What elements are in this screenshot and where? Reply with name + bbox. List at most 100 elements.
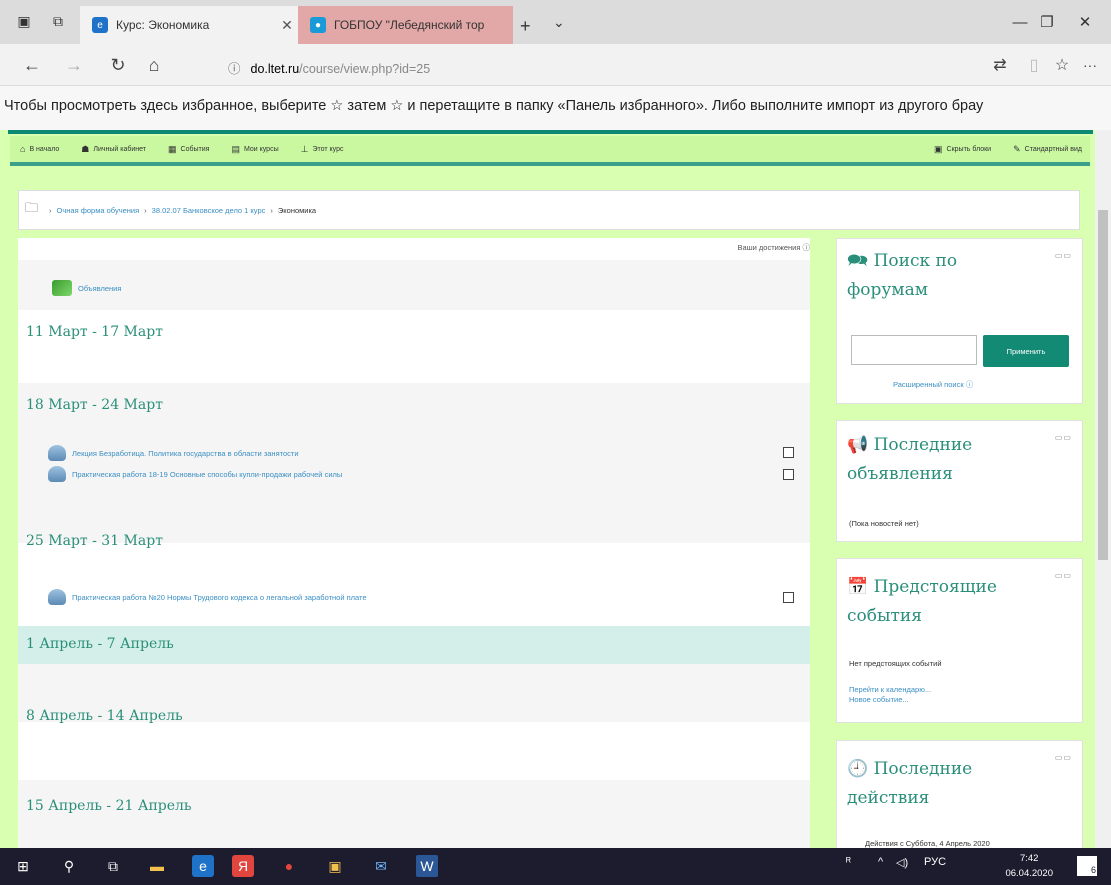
breadcrumb-item[interactable]: Очная форма обучения: [57, 206, 140, 215]
tab-label: Курс: Экономика: [116, 18, 210, 32]
file-icon: [48, 466, 66, 482]
reading-view-icon[interactable]: ▯: [1022, 54, 1046, 76]
activity-practical[interactable]: Практическая работа №20 Нормы Трудового …: [48, 589, 367, 605]
nav-home[interactable]: ⌂ В начало: [20, 144, 59, 154]
activity-announcements[interactable]: Объявления: [52, 280, 121, 296]
moodle-page: ⌂ В начало ☗ Личный кабинет ▦ События ▤ Мои …: [0, 130, 1111, 848]
edge-favicon-icon: e: [92, 17, 108, 33]
block-latest-news: ▭▭ 📢 Последние объявления (Пока новостей…: [836, 420, 1083, 542]
block-controls-icon[interactable]: ▭▭: [1055, 251, 1072, 260]
nav-calendar[interactable]: ▦ События: [168, 144, 209, 155]
mail-icon[interactable]: ✉: [370, 855, 392, 877]
moodle-navbar: ⌂ В начало ☗ Личный кабинет ▦ События ▤ Мои …: [10, 136, 1090, 162]
block-controls-icon[interactable]: ▭▭: [1055, 571, 1072, 580]
search-icon[interactable]: ⚲: [58, 855, 80, 877]
notifications-icon[interactable]: 6: [1077, 856, 1097, 876]
calendar-icon: ▦: [168, 143, 177, 154]
tab-preview-icon[interactable]: ▣: [14, 11, 34, 31]
completion-checkbox[interactable]: [783, 447, 794, 458]
chat-icon: 🗪: [847, 251, 869, 271]
tab-label: ГОБПОУ "Лебедянский тор: [334, 18, 485, 32]
section-general: Объявления: [18, 260, 810, 310]
keyboard-language[interactable]: РУС: [924, 856, 946, 868]
back-icon[interactable]: ←: [20, 54, 44, 76]
block-recent-activity: ▭▭ 🕘 Последние действия Действия с Суббо…: [836, 740, 1083, 848]
chevron-down-icon[interactable]: ⌄: [553, 14, 565, 31]
go-to-calendar-link[interactable]: Перейти к календарю...: [849, 685, 931, 694]
achievements-link[interactable]: Ваши достижения ⓘ: [737, 242, 810, 253]
section-week: 11 Март - 17 Март: [18, 310, 810, 365]
clock-icon: 🕘: [847, 759, 869, 779]
close-tab-icon[interactable]: ✕: [276, 17, 298, 34]
close-window-icon[interactable]: ✕: [1062, 0, 1108, 44]
folder-icon: 🗀: [25, 200, 39, 215]
site-info-icon[interactable]: ⓘ: [228, 62, 241, 76]
activity-lecture[interactable]: Лекция Безработица. Политика государства…: [48, 445, 299, 461]
forward-icon[interactable]: →: [62, 54, 86, 76]
apply-button[interactable]: Применить: [983, 335, 1069, 367]
task-view-icon[interactable]: ⧉: [102, 855, 124, 877]
block-forum-search: ▭▭ 🗪 Поиск по форумам Применить Расширен…: [836, 238, 1083, 404]
volume-icon[interactable]: ◁): [896, 856, 908, 869]
dashboard-icon: ☗: [81, 143, 90, 154]
calendar-icon: 📅: [847, 577, 869, 597]
windows-taskbar: ⊞ ⚲ ⧉ ▬ e Я ● ▣ ✉ W ᴿ ^ ◁) РУС 7:42 06.0…: [0, 848, 1111, 885]
favorite-star-icon[interactable]: ☆: [1050, 54, 1074, 76]
address-bar-row: ← → ↻ ⌂ ⓘ do.ltet.ru/course/view.php?id=2…: [0, 44, 1111, 86]
system-clock[interactable]: 7:42 06.04.2020: [1005, 851, 1053, 881]
yandex-browser-icon[interactable]: ●: [278, 855, 300, 877]
section-week-current: 1 Апрель - 7 Апрель: [18, 626, 810, 664]
tab-course-economics[interactable]: e Курс: Экономика ✕: [80, 6, 298, 44]
courses-icon: ▤: [231, 143, 240, 154]
edge-icon[interactable]: e: [192, 855, 214, 877]
page-scrollbar[interactable]: [1095, 130, 1111, 848]
file-icon: [48, 589, 66, 605]
yandex-icon[interactable]: Я: [232, 855, 254, 877]
megaphone-icon: 📢: [847, 435, 869, 455]
more-icon[interactable]: ···: [1078, 54, 1102, 76]
course-icon: ⊥: [300, 143, 309, 154]
translate-icon[interactable]: ⇄: [988, 54, 1012, 76]
address-input[interactable]: ⓘ do.ltet.ru/course/view.php?id=25: [228, 58, 430, 77]
home-icon[interactable]: ⌂: [142, 54, 166, 76]
new-event-link[interactable]: Новое событие...: [849, 695, 909, 704]
nav-dashboard[interactable]: ☗ Личный кабинет: [81, 144, 146, 155]
section-title: 11 Март - 17 Март: [26, 324, 163, 340]
block-controls-icon[interactable]: ▭▭: [1055, 753, 1072, 762]
navbar-underline: [10, 162, 1090, 166]
section-week: 8 Апрель - 14 Апрель: [18, 708, 810, 780]
block-upcoming-events: ▭▭ 📅 Предстоящие события Нет предстоящих…: [836, 558, 1083, 723]
section-title: 15 Апрель - 21 Апрель: [26, 798, 192, 814]
word-icon[interactable]: W: [416, 855, 438, 877]
browser-titlebar: ▣ ⧉ e Курс: Экономика ✕ ● ГОБПОУ "Лебедя…: [0, 0, 1111, 44]
breadcrumb: 🗀 › Очная форма обучения › 38.02.07 Банк…: [18, 190, 1080, 230]
breadcrumb-item[interactable]: 38.02.07 Банковское дело 1 курс: [152, 206, 266, 215]
file-explorer-icon[interactable]: ▬: [146, 855, 168, 877]
home-icon: ⌂: [20, 144, 26, 154]
section-week: 15 Апрель - 21 Апрель: [18, 780, 810, 848]
people-icon[interactable]: ᴿ: [846, 856, 851, 868]
scrollbar-thumb[interactable]: [1098, 210, 1108, 560]
nav-my-courses[interactable]: ▤ Мои курсы: [231, 144, 278, 155]
activity-practical[interactable]: Практическая работа 18-19 Основные спосо…: [48, 466, 342, 482]
section-title: 18 Март - 24 Март: [26, 397, 163, 413]
completion-checkbox[interactable]: [783, 592, 794, 603]
chevron-up-icon[interactable]: ^: [878, 856, 883, 868]
advanced-search-link[interactable]: Расширенный поиск ⓘ: [893, 379, 973, 390]
nav-this-course[interactable]: ⊥ Этот курс: [301, 144, 344, 155]
no-news-text: (Пока новостей нет): [849, 519, 919, 528]
forum-search-input[interactable]: [851, 335, 977, 365]
block-controls-icon[interactable]: ▭▭: [1055, 433, 1072, 442]
set-aside-tabs-icon[interactable]: ⧉: [48, 11, 68, 31]
site-favicon-icon: ●: [310, 17, 326, 33]
standard-view-button[interactable]: ✎ Стандартный вид: [1013, 144, 1082, 155]
store-icon[interactable]: ▣: [324, 855, 346, 877]
hide-blocks-button[interactable]: ▣ Скрыть блоки: [934, 144, 991, 155]
refresh-icon[interactable]: ↻: [106, 54, 130, 76]
tab-college-site[interactable]: ● ГОБПОУ "Лебедянский тор: [298, 6, 513, 44]
windows-start-icon[interactable]: ⊞: [12, 855, 34, 877]
forum-icon: [52, 280, 72, 296]
completion-checkbox[interactable]: [783, 469, 794, 480]
new-tab-icon[interactable]: +: [520, 16, 531, 37]
course-content: Ваши достижения ⓘ Объявления 11 Март - 1…: [18, 238, 810, 848]
